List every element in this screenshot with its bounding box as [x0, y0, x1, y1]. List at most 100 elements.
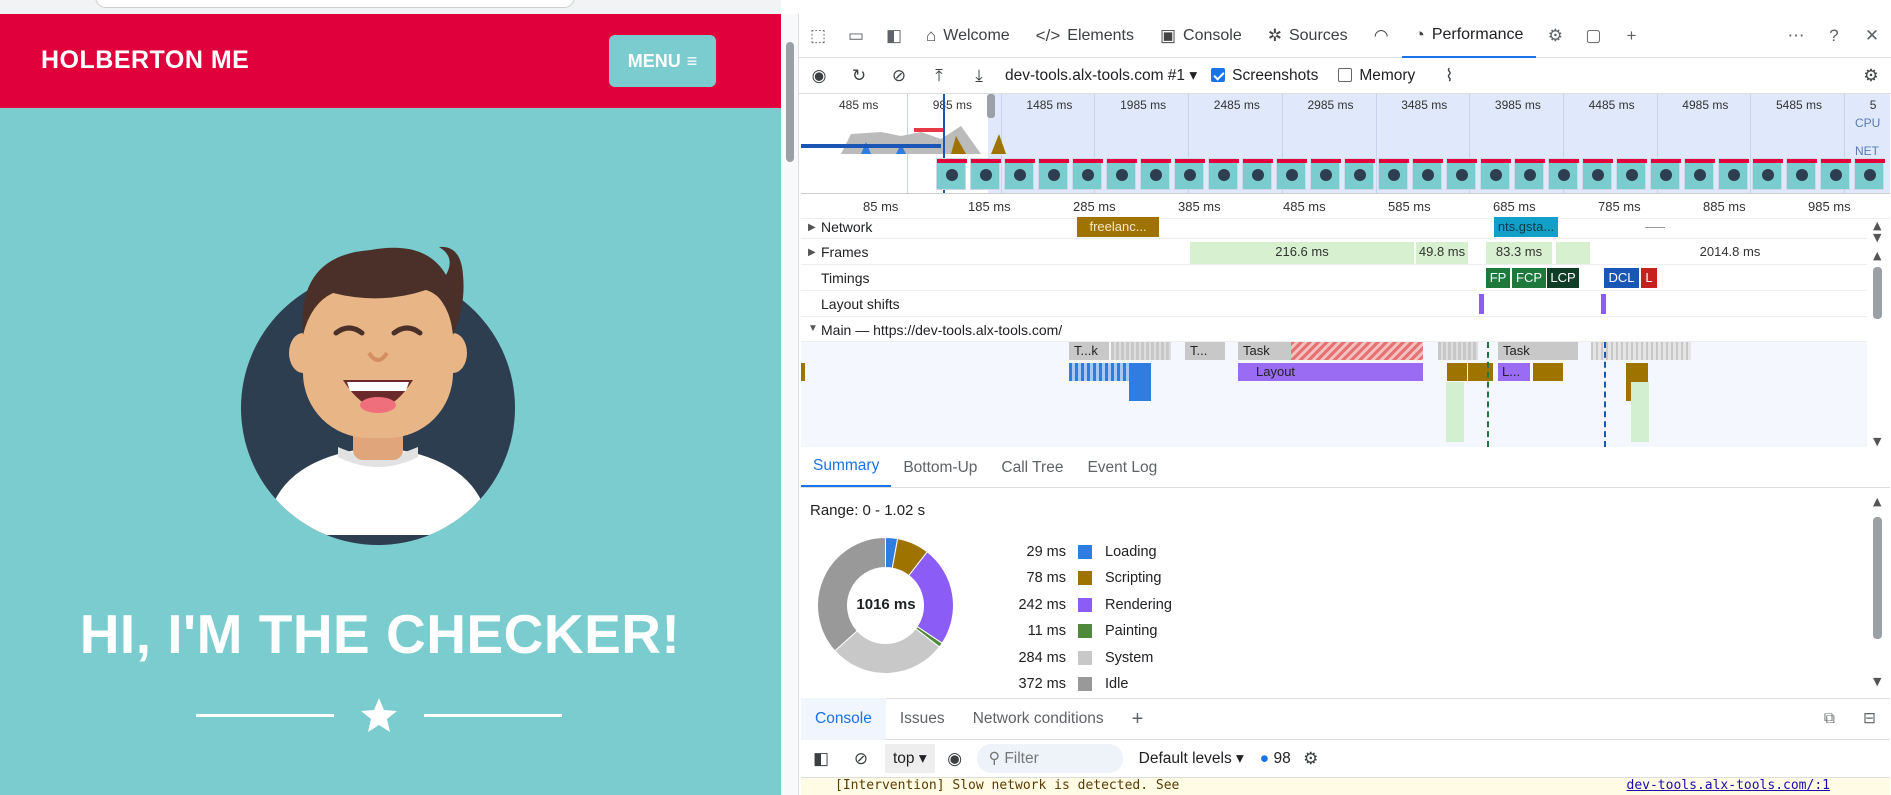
scripting-event[interactable] — [1447, 363, 1467, 381]
tab-performance[interactable]: ◔ Performance — [1401, 14, 1537, 58]
page-scrollbar[interactable] — [781, 14, 799, 795]
screenshot-thumbnail[interactable] — [1752, 158, 1783, 190]
main-thread-flamechart[interactable]: T...k T... Task Task Layout L... — [801, 342, 1867, 447]
add-tab-icon[interactable]: + — [1612, 26, 1650, 46]
timings-track[interactable] — [801, 265, 1867, 291]
network-request[interactable]: freelanc... — [1077, 217, 1159, 237]
loading-event[interactable] — [1129, 363, 1151, 401]
timing-marker-load[interactable]: L — [1641, 268, 1657, 288]
live-expression-eye-icon[interactable]: ◉ — [935, 749, 975, 769]
layout-shift-marker[interactable] — [1601, 294, 1606, 314]
frame-block[interactable]: 216.6 ms — [1190, 242, 1414, 264]
task-block[interactable]: T... — [1185, 342, 1225, 360]
screenshot-thumbnail[interactable] — [1786, 158, 1817, 190]
device-toggle-icon[interactable]: ▭ — [837, 26, 875, 46]
clear-icon[interactable]: ⊘ — [879, 66, 919, 86]
task-block[interactable]: T...k — [1069, 342, 1109, 360]
console-filter-input[interactable]: ⚲ Filter — [976, 744, 1123, 773]
address-bar[interactable] — [95, 0, 575, 8]
drawer-tab-console[interactable]: Console — [801, 698, 886, 740]
painting-events[interactable] — [1631, 382, 1649, 442]
screenshot-thumbnail[interactable] — [1072, 158, 1103, 190]
screenshot-thumbnail[interactable] — [1310, 158, 1341, 190]
task-block[interactable] — [1111, 342, 1171, 360]
screenshot-thumbnail[interactable] — [1684, 158, 1715, 190]
painting-events[interactable] — [1446, 382, 1464, 442]
screenshot-thumbnail[interactable] — [1004, 158, 1035, 190]
layout-shifts-track[interactable] — [801, 291, 1867, 317]
tab-sources[interactable]: ✲ Sources — [1255, 14, 1361, 58]
screenshot-thumbnail[interactable] — [1174, 158, 1205, 190]
scripting-event[interactable] — [1468, 363, 1493, 381]
task-block[interactable]: Task — [1238, 342, 1293, 360]
context-select[interactable]: top ▾ — [885, 744, 935, 773]
menu-button[interactable]: MENU ≡ — [609, 35, 716, 87]
timing-marker-fcp[interactable]: FCP — [1512, 268, 1546, 288]
task-block[interactable] — [1438, 342, 1478, 360]
layout-block[interactable]: Layout — [1238, 363, 1423, 381]
frame-block[interactable]: 83.3 ms — [1486, 242, 1552, 264]
drawer-tab-network-conditions[interactable]: Network conditions — [959, 698, 1118, 740]
summary-scrollbar[interactable]: ▲ ▼ — [1867, 495, 1889, 690]
screenshot-thumbnail[interactable] — [1548, 158, 1579, 190]
task-block[interactable]: Task — [1498, 342, 1578, 360]
timeline-scrollbar[interactable]: ▲ ▼ ▲ ▼ — [1867, 215, 1889, 447]
help-icon[interactable]: ? — [1815, 26, 1853, 46]
screenshot-thumbnail[interactable] — [936, 158, 967, 190]
screenshot-thumbnail[interactable] — [1140, 158, 1171, 190]
screenshot-thumbnail[interactable] — [1514, 158, 1545, 190]
network-track[interactable] — [801, 217, 1867, 239]
tab-console[interactable]: ▣ Console — [1147, 14, 1255, 58]
scripting-event[interactable] — [1533, 363, 1563, 381]
undock-drawer-icon[interactable]: ⧉ — [1810, 698, 1849, 740]
message-count-badge[interactable]: ● 98 — [1244, 750, 1291, 768]
settings-gear-icon[interactable]: ⚙ — [1536, 26, 1574, 46]
expand-arrow-icon[interactable]: ▶ — [808, 247, 816, 258]
layout-block[interactable]: L... — [1498, 363, 1530, 381]
console-source-link[interactable]: dev-tools.alx-tools.com/:1 — [1627, 778, 1831, 793]
screenshot-thumbnail[interactable] — [1344, 158, 1375, 190]
screenshot-thumbnail[interactable] — [1820, 158, 1851, 190]
frame-block[interactable] — [1556, 242, 1590, 264]
screenshot-thumbnail[interactable] — [1242, 158, 1273, 190]
frame-block[interactable]: 49.8 ms — [1416, 242, 1468, 264]
drawer-tab-issues[interactable]: Issues — [886, 698, 959, 740]
screenshot-thumbnail[interactable] — [1650, 158, 1681, 190]
tab-event-log[interactable]: Event Log — [1075, 459, 1169, 487]
tab-bottom-up[interactable]: Bottom-Up — [891, 459, 989, 487]
download-icon[interactable]: ⤓ — [959, 66, 999, 86]
screenshot-thumbnail[interactable] — [1480, 158, 1511, 190]
reload-icon[interactable]: ↻ — [839, 66, 879, 86]
log-levels-select[interactable]: Default levels ▾ — [1123, 749, 1244, 768]
long-task-warning[interactable] — [1291, 342, 1423, 360]
dock-icon[interactable]: ◧ — [875, 26, 913, 46]
timing-marker-dcl[interactable]: DCL — [1604, 268, 1639, 288]
tab-summary[interactable]: Summary — [801, 457, 892, 487]
memory-checkbox[interactable]: Memory — [1318, 67, 1415, 85]
add-drawer-tab-icon[interactable]: + — [1118, 698, 1158, 740]
timing-marker-lcp[interactable]: LCP — [1547, 268, 1579, 288]
inspect-icon[interactable]: ⬚ — [799, 26, 837, 46]
broom-icon[interactable]: ⌇ — [1429, 66, 1469, 86]
profile-select[interactable]: dev-tools.alx-tools.com #1 ▾ — [999, 66, 1197, 85]
screenshot-thumbnail[interactable] — [1582, 158, 1613, 190]
screenshot-thumbnail[interactable] — [1446, 158, 1477, 190]
task-block[interactable] — [1591, 342, 1691, 360]
screenshot-thumbnail[interactable] — [1208, 158, 1239, 190]
scripting-event[interactable] — [801, 363, 805, 381]
screenshot-thumbnail[interactable] — [1854, 158, 1885, 190]
layout-shift-marker[interactable] — [1479, 294, 1484, 314]
window-icon[interactable]: ▢ — [1574, 26, 1612, 46]
clear-console-icon[interactable]: ⊘ — [841, 749, 881, 769]
screenshots-checkbox[interactable]: Screenshots — [1197, 67, 1318, 85]
screenshot-thumbnail[interactable] — [1718, 158, 1749, 190]
tab-network-wifi[interactable]: ◠ — [1361, 14, 1402, 58]
screenshot-filmstrip[interactable] — [800, 158, 1890, 192]
capture-settings-gear-icon[interactable]: ⚙ — [1851, 66, 1891, 86]
network-request[interactable]: nts.gsta... — [1494, 217, 1558, 237]
screenshot-thumbnail[interactable] — [1378, 158, 1409, 190]
more-options-icon[interactable]: ⋯ — [1777, 26, 1815, 46]
tab-welcome[interactable]: ⌂ Welcome — [913, 14, 1023, 58]
close-icon[interactable]: ✕ — [1853, 26, 1891, 46]
screenshot-thumbnail[interactable] — [1412, 158, 1443, 190]
